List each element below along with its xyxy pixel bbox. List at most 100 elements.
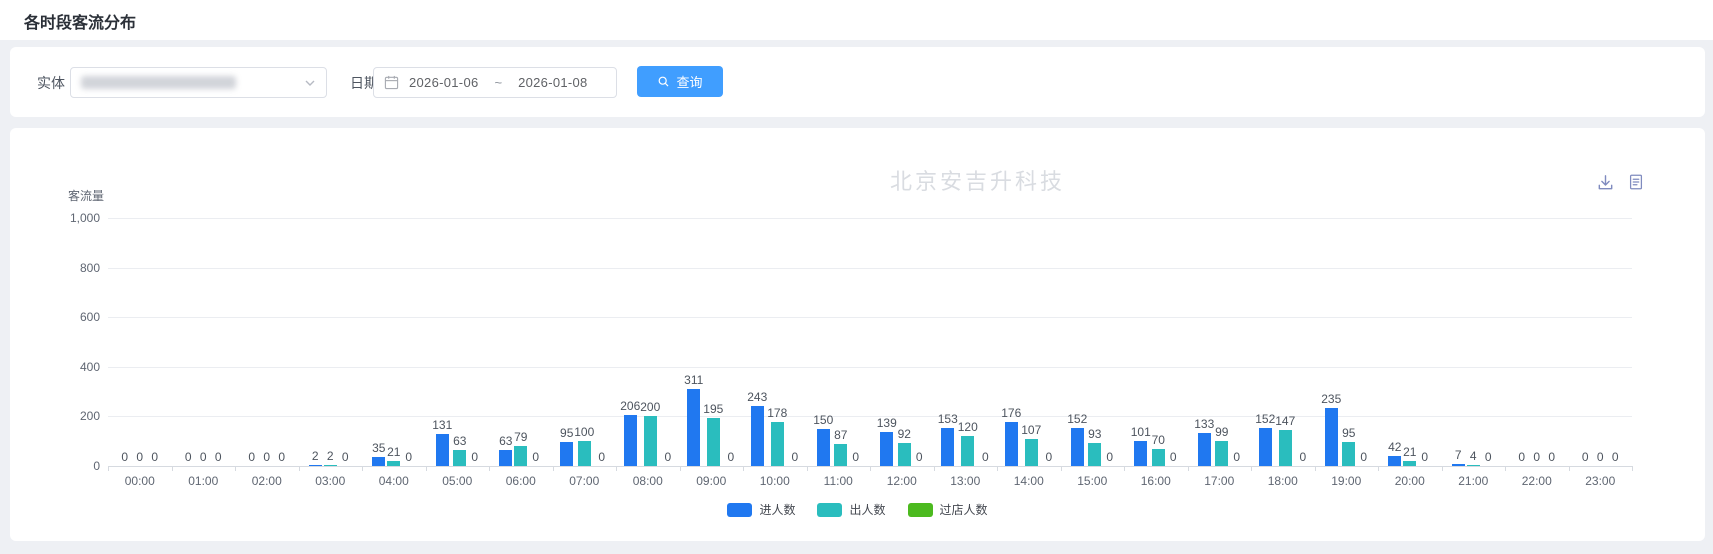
bar-slot: 0 (132, 218, 147, 466)
bar-value-label: 0 (982, 451, 989, 463)
bar-slot: 178 (767, 218, 787, 466)
bar (687, 389, 700, 466)
bar-value-label: 0 (1106, 451, 1113, 463)
legend-label: 出人数 (849, 501, 885, 518)
legend-swatch (727, 503, 752, 517)
bar-slot: 79 (513, 218, 528, 466)
bar-group: 000 (172, 218, 236, 466)
x-axis-label: 07:00 (553, 474, 617, 488)
bar-slot: 0 (338, 218, 353, 466)
bar (324, 465, 337, 466)
x-axis-tick (1442, 466, 1443, 471)
bar (1152, 449, 1165, 466)
bar-group: 133990 (1188, 218, 1252, 466)
bar-slot: 235 (1321, 218, 1341, 466)
x-axis-label: 20:00 (1378, 474, 1442, 488)
y-tick-label: 400 (28, 360, 100, 374)
x-axis-tick (934, 466, 935, 471)
legend-swatch (817, 503, 842, 517)
bar-slot: 0 (912, 218, 927, 466)
bar (499, 450, 512, 466)
bar-slot: 21 (386, 218, 401, 466)
entity-select[interactable] (70, 67, 327, 98)
bar-value-label: 235 (1321, 393, 1341, 405)
bar-slot: 311 (684, 218, 703, 466)
legend-item[interactable]: 过店人数 (908, 501, 988, 518)
query-button[interactable]: 查询 (637, 66, 723, 97)
bar-slot: 0 (723, 218, 738, 466)
bar-slot: 63 (452, 218, 467, 466)
bar-value-label: 100 (574, 426, 594, 438)
bar-value-label: 178 (767, 407, 787, 419)
x-axis-label: 21:00 (1442, 474, 1506, 488)
bar-value-label: 0 (471, 451, 478, 463)
date-range-input[interactable]: 2026-01-06 ~ 2026-01-08 (373, 67, 617, 98)
bar (1279, 430, 1292, 466)
x-axis-tick (616, 466, 617, 471)
bar-value-label: 0 (1421, 451, 1428, 463)
bar (1325, 408, 1338, 466)
bar (1134, 441, 1147, 466)
bar (1467, 465, 1480, 466)
legend-item[interactable]: 进人数 (727, 501, 795, 518)
bar-value-label: 0 (1548, 451, 1555, 463)
bar (707, 418, 720, 466)
bar (961, 436, 974, 466)
bar-slot: 150 (813, 218, 833, 466)
bar-value-label: 200 (640, 401, 660, 413)
x-axis-label: 08:00 (616, 474, 680, 488)
bar-slot: 243 (747, 218, 767, 466)
x-axis-tick (362, 466, 363, 471)
bar-value-label: 93 (1088, 428, 1101, 440)
x-axis-label: 05:00 (426, 474, 490, 488)
bar (1342, 442, 1355, 466)
bar-slot: 0 (274, 218, 289, 466)
x-axis-label: 14:00 (997, 474, 1061, 488)
legend-item[interactable]: 出人数 (817, 501, 885, 518)
bar-value-label: 0 (278, 451, 285, 463)
bar-group: 951000 (553, 218, 617, 466)
bar-group: 000 (108, 218, 172, 466)
bar-group: 152147 0 (1251, 218, 1315, 466)
bar-slot: 0 (117, 218, 132, 466)
bar-group: 153120 0 (934, 218, 998, 466)
bar-value-label: 133 (1194, 418, 1214, 430)
bar-value-label: 0 (215, 451, 222, 463)
bar-group: 150870 (807, 218, 871, 466)
bar-value-label: 131 (432, 419, 452, 431)
date-start-value: 2026-01-06 (409, 75, 479, 90)
bar (1088, 443, 1101, 466)
bar-value-label: 139 (877, 417, 897, 429)
bar (560, 442, 573, 466)
x-axis-tick (235, 466, 236, 471)
bar-value-label: 152 (1255, 413, 1275, 425)
chevron-down-icon (304, 77, 316, 89)
bar (1452, 464, 1465, 466)
bar-value-label: 95 (1342, 427, 1355, 439)
bar (898, 443, 911, 466)
bar-value-label: 21 (387, 446, 400, 458)
bar (387, 461, 400, 466)
bar-value-label: 0 (342, 451, 349, 463)
bar-slot: 99 (1214, 218, 1229, 466)
x-axis-label: 19:00 (1315, 474, 1379, 488)
y-tick-label: 600 (28, 310, 100, 324)
bar-value-label: 0 (151, 451, 158, 463)
bar-value-label: 120 (958, 421, 978, 433)
watermark: 北京安吉升科技 (890, 164, 1065, 196)
page-header: 各时段客流分布 (0, 0, 1713, 40)
bar-value-label: 147 (1275, 415, 1295, 427)
bar-group: 1761070 (997, 218, 1061, 466)
bar (624, 415, 637, 466)
bar-slot: 0 (1356, 218, 1371, 466)
calendar-icon (384, 75, 399, 90)
bar-value-label: 0 (1299, 451, 1306, 463)
bar-value-label: 311 (684, 374, 703, 386)
data-view-icon[interactable] (1627, 173, 1645, 192)
bar-slot: 147 (1275, 218, 1295, 466)
download-icon[interactable] (1596, 173, 1615, 192)
bar-slot: 0 (787, 218, 802, 466)
bar-value-label: 153 (938, 413, 958, 425)
x-axis-label: 01:00 (172, 474, 236, 488)
bar-slot: 4 (1466, 218, 1481, 466)
